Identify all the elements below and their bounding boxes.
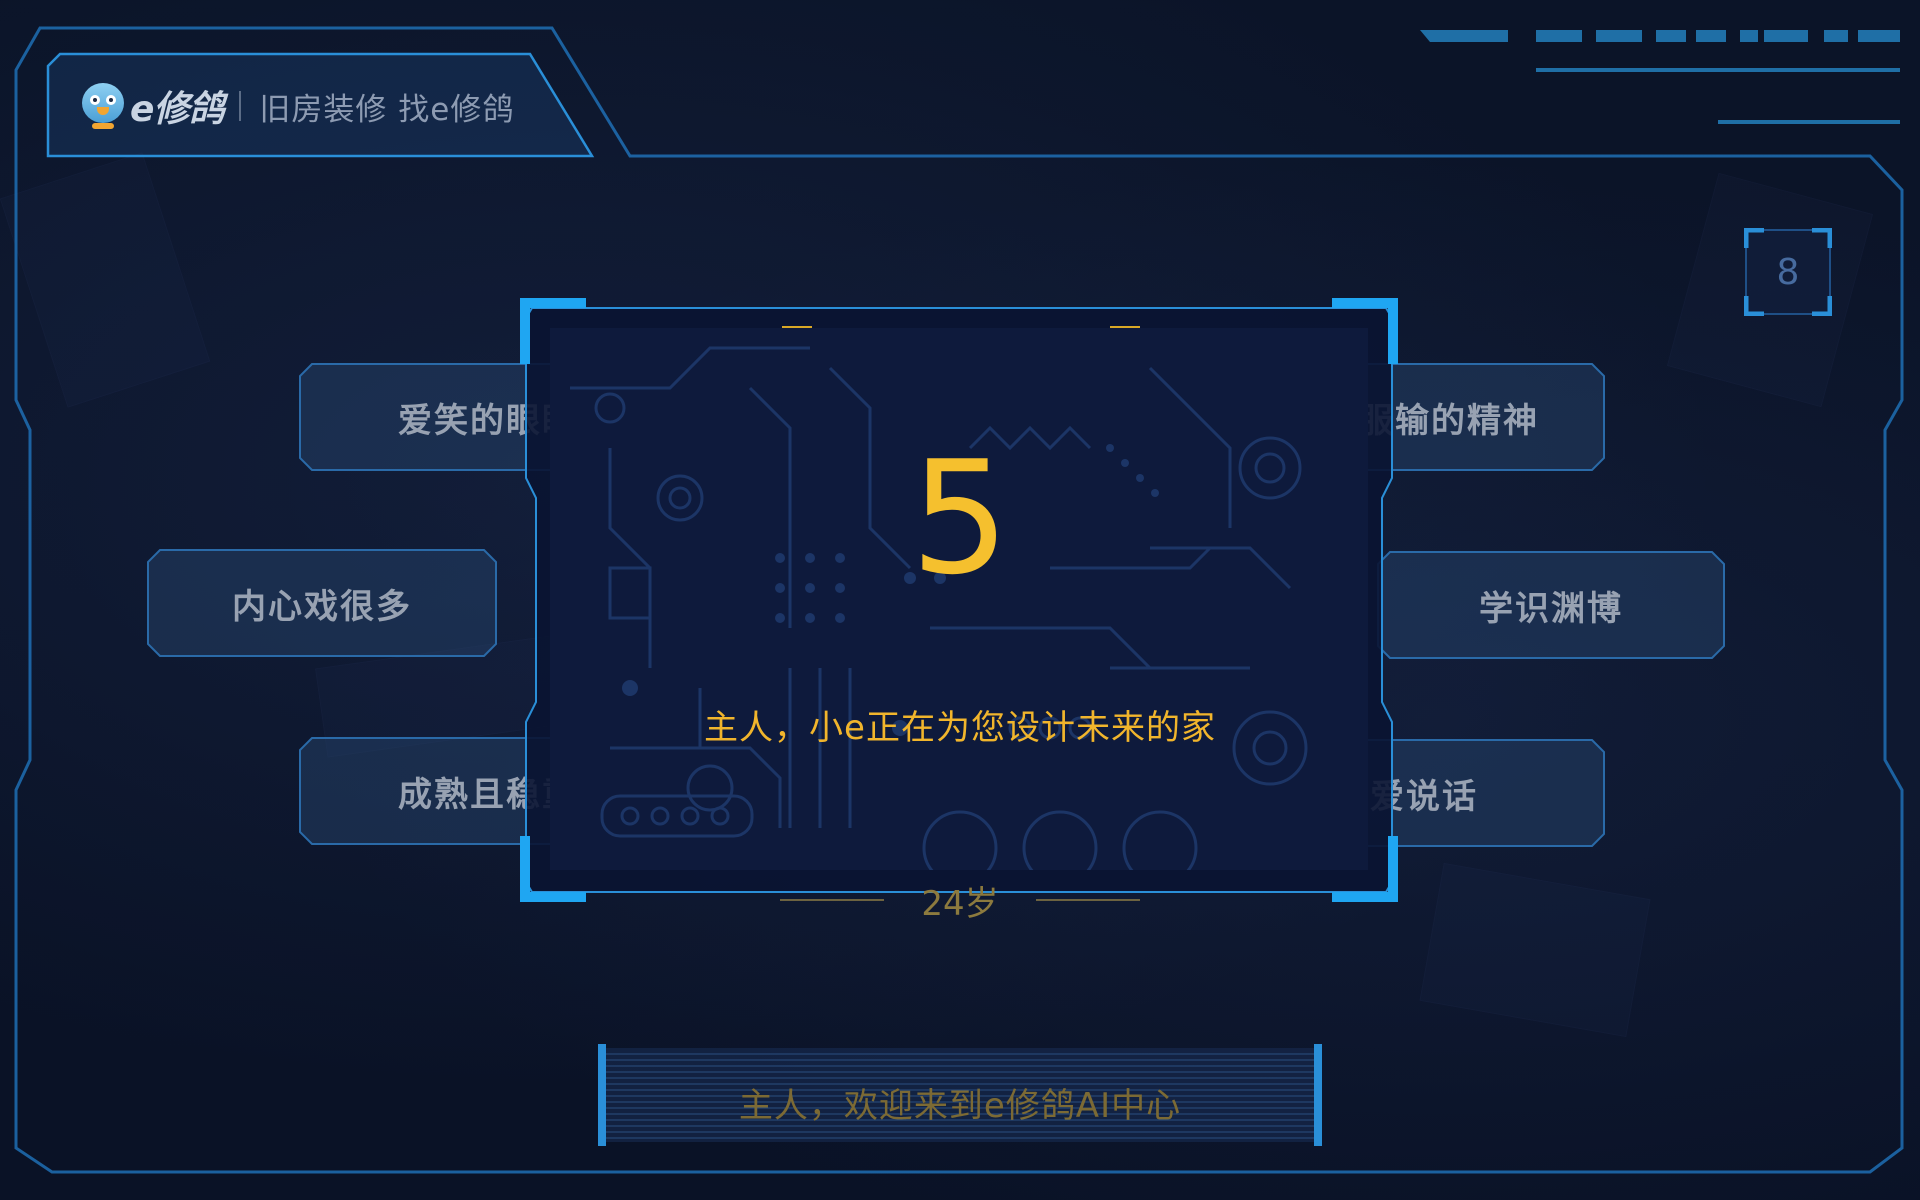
age-indicator: 24岁 — [780, 880, 1140, 924]
logo-brand-text: e修鸽 — [130, 89, 224, 130]
countdown-number: 5 — [910, 427, 1010, 609]
countdown-timer: 8 — [1744, 228, 1832, 316]
age-text: 24岁 — [921, 883, 999, 924]
designing-message: 主人，小e正在为您设计未来的家 — [704, 708, 1216, 748]
logo-divider — [239, 91, 242, 121]
welcome-message: 主人，欢迎来到e修鸽AI中心 — [738, 1086, 1182, 1126]
pigeon-mascot-icon — [78, 81, 128, 131]
age-line-right — [1035, 899, 1140, 901]
logo-slogan: 旧房装修 找e修鸽 — [259, 91, 515, 128]
brand-logo: e修鸽 旧房装修 找e修鸽 — [78, 76, 514, 136]
age-line-left — [780, 899, 884, 901]
